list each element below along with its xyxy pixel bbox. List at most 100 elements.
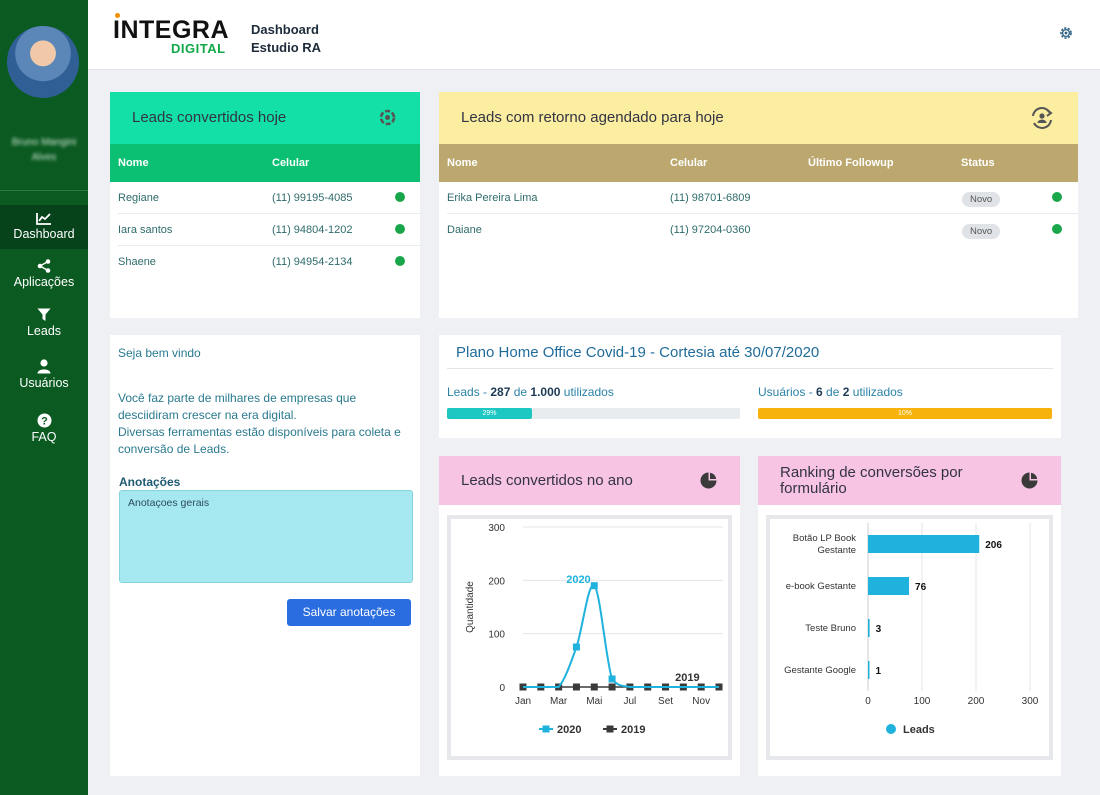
table-row[interactable]: Shaene (11) 94954-2134	[118, 246, 420, 278]
line-chart: 0 100 200 300 Quantidade Jan Mar Mai Jul Set Nov 20…	[465, 523, 723, 736]
whatsapp-icon[interactable]	[395, 224, 405, 234]
bar-chart: 0 100 200 300 Botão LP BookGestante 206 e-book…	[784, 523, 1039, 736]
usage-used: 6	[816, 385, 823, 399]
gear-icon[interactable]	[1058, 25, 1074, 41]
series-label-2020: 2020	[566, 574, 590, 586]
leads-today-card: Leads convertidos hoje Nome Celular Regi…	[110, 92, 420, 318]
legend-marker-2019	[606, 725, 614, 733]
data-point-2019	[608, 683, 616, 691]
sidebar-item-label: Aplicações	[13, 275, 75, 289]
pie-chart-icon[interactable]	[700, 472, 717, 489]
card-header: Leads com retorno agendado para hoje	[439, 92, 1078, 144]
divider	[447, 368, 1053, 369]
data-label: 1	[876, 666, 882, 677]
leads-year-card: Leads convertidos no ano 0 100 200 300 Quant…	[439, 456, 740, 776]
user-name: Bruno Mangini Alves	[11, 137, 77, 163]
welcome-text-2: Diversas ferramentas estão disponíveis p…	[118, 425, 401, 456]
data-point-2020	[590, 582, 598, 590]
card-header: Ranking de conversões por formulário	[758, 456, 1061, 505]
card-title: Leads convertidos hoje	[132, 109, 287, 126]
user-sync-icon[interactable]	[1029, 105, 1055, 131]
ranking-card: Ranking de conversões por formulário 0 10…	[758, 456, 1061, 776]
whatsapp-icon[interactable]	[1052, 224, 1062, 234]
col-nome: Nome	[118, 157, 149, 169]
users-progress-fill: 10%	[758, 408, 1052, 419]
x-tick-label: 200	[968, 696, 985, 707]
col-followup: Último Followup	[808, 157, 894, 169]
card-title: Leads convertidos no ano	[461, 472, 633, 489]
notes-label: Anotações	[119, 475, 181, 489]
table-row[interactable]: Daiane (11) 97204-0360 Novo	[447, 214, 1078, 246]
logo-sub: DIGITAL	[171, 41, 226, 56]
legend-marker	[886, 724, 896, 734]
y-tick-label: 200	[488, 576, 505, 587]
sidebar-item-leads[interactable]: Leads	[0, 308, 88, 342]
category-label: Gestante	[817, 545, 856, 556]
users-usage-label: Usuários - 6 de 2 utilizados	[758, 385, 903, 399]
table-header: Nome Celular Último Followup Status	[439, 144, 1078, 182]
leads-return-card: Leads com retorno agendado para hoje Nom…	[439, 92, 1078, 318]
col-nome: Nome	[447, 157, 478, 169]
x-tick-label: Set	[658, 696, 673, 707]
whatsapp-icon[interactable]	[1052, 192, 1062, 202]
line-chart-frame: 0 100 200 300 Quantidade Jan Mar Mai Jul Set Nov 20…	[447, 515, 732, 760]
header: INTEGRA DIGITAL Dashboard Estudio RA	[88, 0, 1100, 70]
card-header: Leads convertidos hoje	[110, 92, 420, 144]
table-row[interactable]: Erika Pereira Lima (11) 98701-6809 Novo	[447, 182, 1078, 214]
col-status: Status	[961, 157, 995, 169]
plan-card: Plano Home Office Covid-19 - Cortesia at…	[439, 335, 1061, 438]
sidebar-item-label: Leads	[26, 324, 62, 338]
usage-suffix: utilizados	[563, 385, 614, 399]
usage-used: 287	[490, 385, 511, 399]
data-label: 76	[915, 582, 927, 593]
whatsapp-icon[interactable]	[395, 192, 405, 202]
category-label: e-book Gestante	[786, 581, 856, 592]
usage-total: 2	[842, 385, 850, 399]
card-header: Leads convertidos no ano	[439, 456, 740, 505]
leads-progress-track: 29%	[447, 408, 740, 419]
bar	[868, 577, 910, 595]
cell-celular: (11) 94954-2134	[272, 256, 353, 268]
sidebar-item-faq[interactable]: ? FAQ	[0, 413, 88, 447]
notes-textarea[interactable]: Anotaçoes gerais	[119, 490, 413, 583]
sidebar-item-usuarios[interactable]: Usuários	[0, 359, 88, 393]
data-point-2020	[572, 643, 580, 651]
usage-title: Leads	[447, 385, 480, 399]
x-tick-label: Mai	[586, 696, 602, 707]
pie-chart-icon[interactable]	[1021, 472, 1038, 489]
data-label: 206	[985, 540, 1002, 551]
table-row[interactable]: Iara santos (11) 94804-1202	[118, 214, 420, 246]
status-badge: Novo	[962, 192, 1001, 207]
sidebar-divider	[0, 190, 88, 191]
cell-celular: (11) 99195-4085	[272, 192, 353, 204]
sidebar-item-dashboard[interactable]: Dashboard	[0, 205, 88, 249]
category-label: Gestante Google	[784, 665, 856, 676]
save-notes-button[interactable]: Salvar anotações	[287, 599, 411, 626]
welcome-text-1: Você faz parte de milhares de empresas q…	[118, 391, 357, 422]
legend-marker-2020	[542, 725, 550, 733]
cell-nome: Regiane	[118, 192, 159, 204]
x-tick-label: Nov	[692, 696, 710, 707]
cell-celular: (11) 94804-1202	[272, 224, 353, 236]
whatsapp-icon[interactable]	[395, 256, 405, 266]
col-celular: Celular	[272, 157, 310, 169]
usage-suffix: utilizados	[852, 385, 903, 399]
y-tick-label: 0	[499, 683, 505, 694]
usage-total: 1.000	[530, 385, 561, 399]
table-row[interactable]: Regiane (11) 99195-4085	[118, 182, 420, 214]
legend-label: Leads	[903, 724, 935, 736]
card-title: Ranking de conversões por formulário	[780, 464, 963, 497]
bar	[868, 661, 870, 679]
user-icon	[37, 359, 51, 374]
avatar[interactable]	[7, 26, 79, 98]
y-tick-label: 300	[488, 523, 505, 534]
legend-label-2020: 2020	[557, 724, 581, 736]
x-tick-label: 0	[865, 696, 871, 707]
refresh-icon[interactable]	[378, 108, 397, 127]
x-tick-label: 100	[914, 696, 931, 707]
status-badge: Novo	[962, 224, 1001, 239]
data-point-2019	[572, 683, 580, 691]
sidebar-item-aplicacoes[interactable]: Aplicações	[0, 259, 88, 293]
leads-usage-label: Leads - 287 de 1.000 utilizados	[447, 385, 614, 399]
sidebar-item-label: Usuários	[19, 376, 69, 390]
